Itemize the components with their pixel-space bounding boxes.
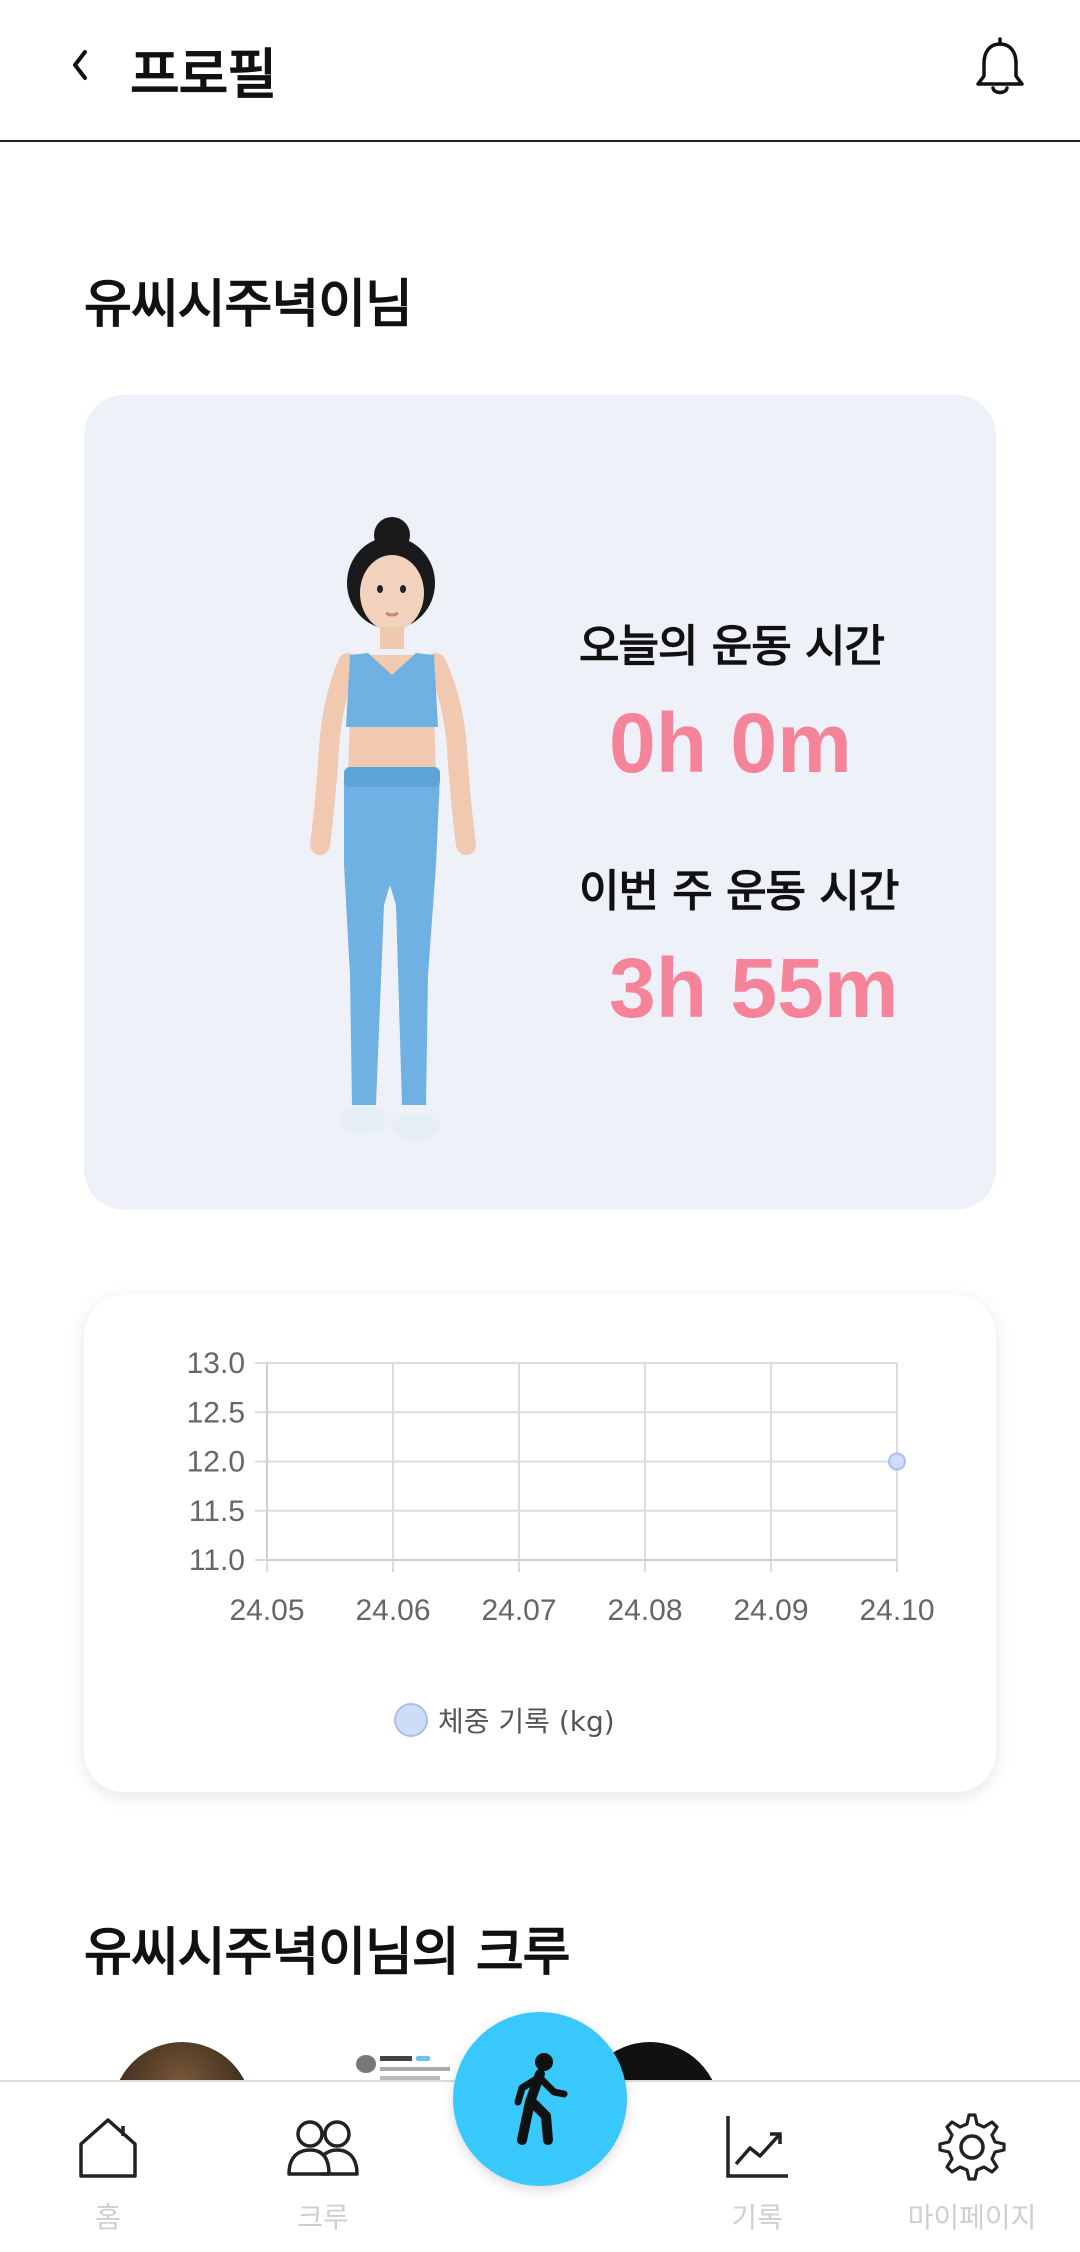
today-exercise-value: 0h 0m xyxy=(609,696,852,790)
page-title: 프로필 xyxy=(130,43,277,106)
data-point xyxy=(888,1452,906,1471)
today-exercise-label: 오늘의 운동 시간 xyxy=(579,621,885,672)
nav-label: 크루 xyxy=(297,2201,349,2234)
weight-chart-card: 13.0 12.5 12.0 11.5 11.0 24.05 24.06 24.07 24.08… xyxy=(84,1295,996,1792)
legend-marker xyxy=(394,1703,428,1737)
home-icon xyxy=(79,2118,137,2178)
notification-button[interactable] xyxy=(970,36,1030,100)
chart-line-icon xyxy=(726,2116,788,2178)
x-tick-label: 24.09 xyxy=(733,1594,808,1627)
legend-label: 체중 기록 (kg) xyxy=(438,1705,615,1738)
nav-label: 홈 xyxy=(95,2201,121,2234)
app-header: 프로필 xyxy=(0,0,1080,142)
x-tick-label: 24.07 xyxy=(481,1594,556,1627)
y-tick-label: 12.0 xyxy=(187,1446,245,1479)
start-exercise-button[interactable] xyxy=(453,2012,627,2186)
crew-section-title: 유씨시주녁이님의 크루 xyxy=(84,1923,571,1983)
y-tick-label: 11.0 xyxy=(189,1544,245,1577)
nav-label: 기록 xyxy=(731,2201,783,2234)
crew-icon xyxy=(287,2120,359,2176)
nav-item-record[interactable]: 기록 xyxy=(677,2112,837,2236)
nav-item-home[interactable]: 홈 xyxy=(28,2112,188,2236)
x-tick-label: 24.08 xyxy=(607,1594,682,1627)
weight-line-chart: 13.0 12.5 12.0 11.5 11.0 24.05 24.06 24.07 24.08… xyxy=(187,1347,935,1627)
nav-item-crew[interactable]: 크루 xyxy=(243,2112,403,2236)
bell-icon xyxy=(976,37,1024,95)
chevron-left-icon xyxy=(73,50,87,80)
x-tick-label: 24.06 xyxy=(355,1594,430,1627)
walking-person-icon xyxy=(514,2053,568,2145)
y-tick-label: 13.0 xyxy=(187,1347,245,1380)
chart-legend[interactable]: 체중 기록 (kg) xyxy=(394,1700,615,1740)
nav-label: 마이페이지 xyxy=(907,2201,1037,2234)
avatar-figure xyxy=(310,517,476,1141)
x-tick-label: 24.05 xyxy=(229,1594,304,1627)
back-button[interactable] xyxy=(55,40,105,90)
user-greeting: 유씨시주녁이님 xyxy=(84,275,413,335)
week-exercise-value: 3h 55m xyxy=(609,941,899,1035)
gear-icon xyxy=(938,2113,1006,2181)
x-tick-label: 24.10 xyxy=(859,1594,934,1627)
y-tick-label: 11.5 xyxy=(189,1495,245,1528)
y-tick-label: 12.5 xyxy=(187,1396,245,1429)
week-exercise-label: 이번 주 운동 시간 xyxy=(579,866,899,917)
profile-summary-card: 오늘의 운동 시간 0h 0m 이번 주 운동 시간 3h 55m xyxy=(84,395,996,1210)
nav-item-mypage[interactable]: 마이페이지 xyxy=(892,2112,1052,2236)
